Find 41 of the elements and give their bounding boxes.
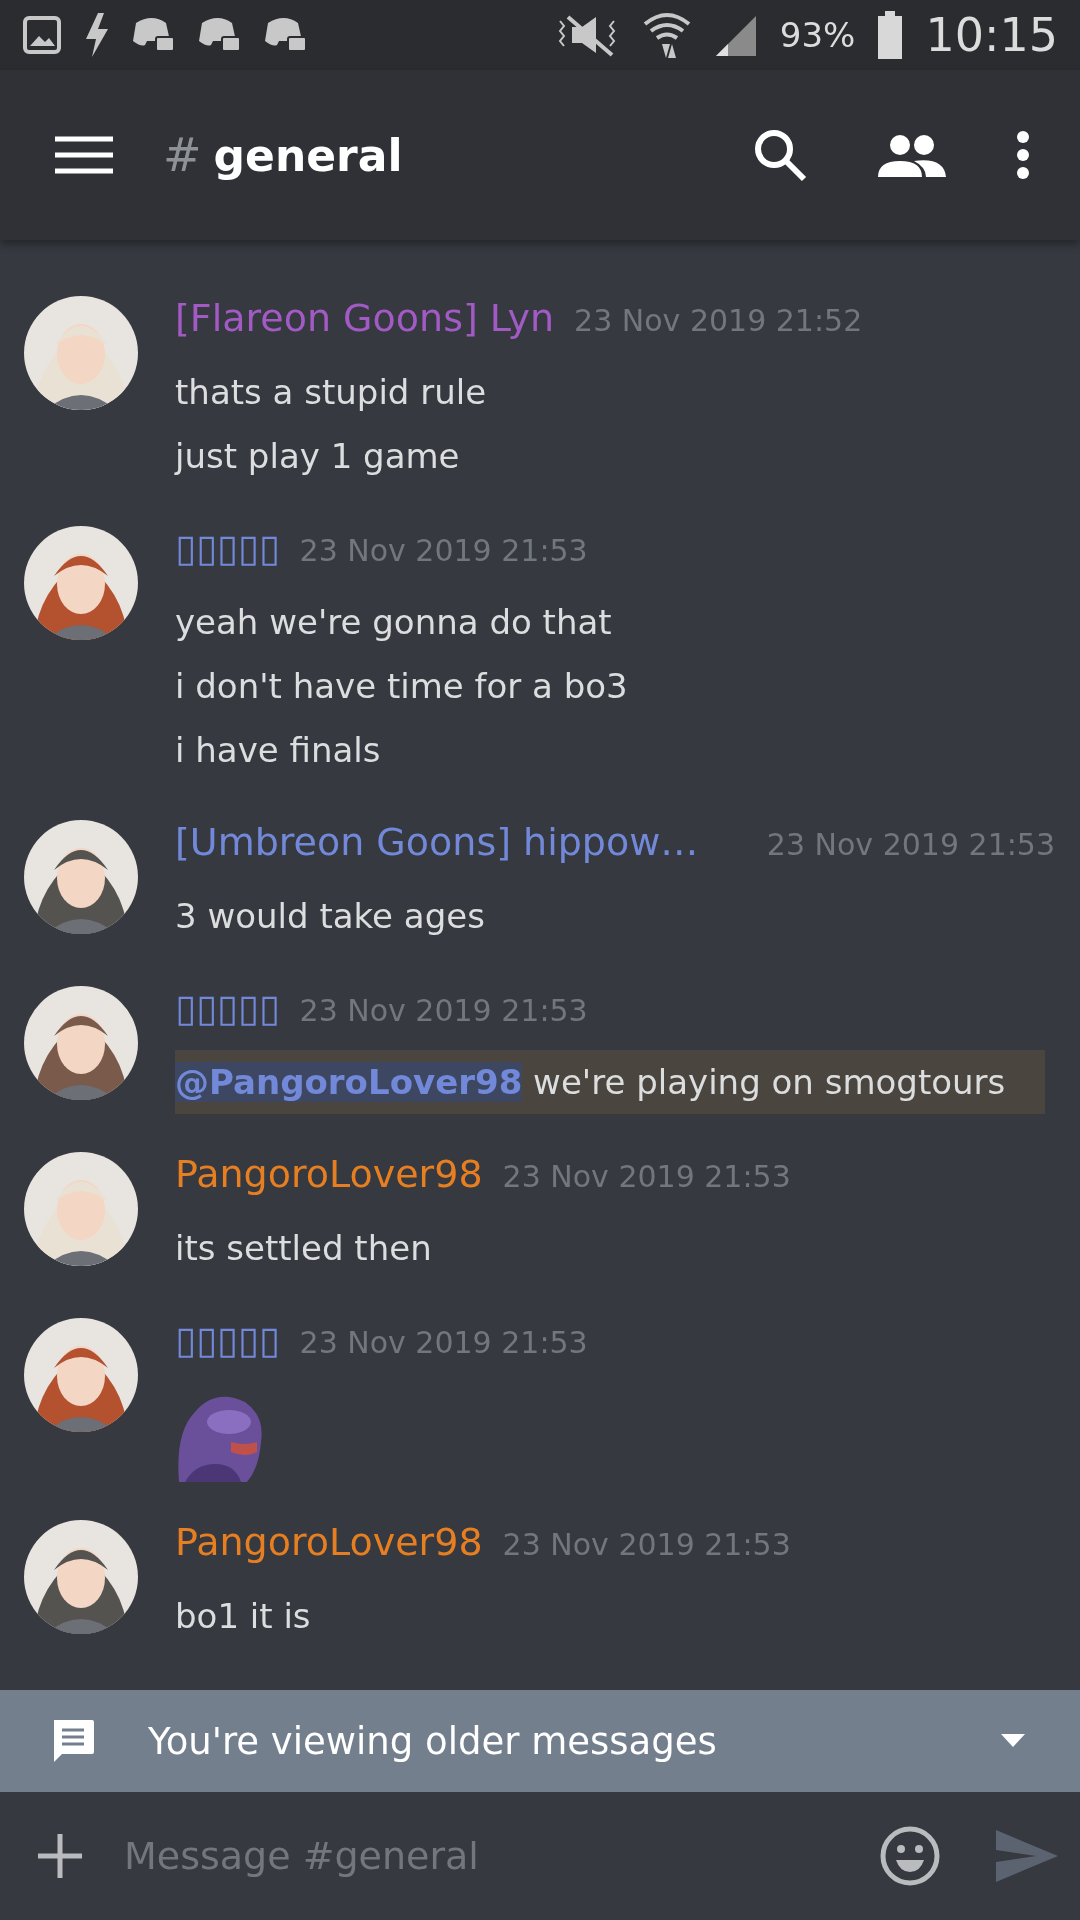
- emoji-icon[interactable]: [879, 1825, 941, 1887]
- battery-percentage: 93%: [779, 15, 856, 55]
- timestamp: 23 Nov 2019 21:53: [299, 1325, 588, 1360]
- menu-icon[interactable]: [55, 135, 113, 175]
- timestamp: 23 Nov 2019 21:53: [502, 1159, 791, 1194]
- author-name[interactable]: PangoroLover98: [175, 1520, 483, 1564]
- battery-icon: [877, 11, 904, 59]
- message-text: just play 1 game: [175, 435, 461, 478]
- author-name[interactable]: ▯▯▯▯▯: [175, 1318, 280, 1362]
- banner-text: You're viewing older messages: [148, 1719, 718, 1763]
- more-options-icon[interactable]: [1016, 131, 1030, 179]
- search-icon[interactable]: [752, 127, 808, 183]
- timestamp: 23 Nov 2019 21:52: [574, 303, 863, 338]
- wifi-icon: [641, 10, 692, 60]
- message-text: bo1 it is: [175, 1595, 312, 1638]
- add-icon[interactable]: [38, 1834, 82, 1878]
- timestamp: 23 Nov 2019 21:53: [299, 993, 588, 1028]
- message-text: thats a stupid rule: [175, 371, 488, 414]
- message-text: yeah we're gonna do that: [175, 601, 613, 644]
- author-name[interactable]: ▯▯▯▯▯: [175, 986, 280, 1030]
- author-name[interactable]: [Umbreon Goons] hippow…: [175, 820, 699, 864]
- older-messages-banner[interactable]: You're viewing older messages: [0, 1690, 1080, 1792]
- message-text: its settled then: [175, 1227, 433, 1270]
- message-input-field[interactable]: Message #general: [122, 1833, 839, 1879]
- image-icon: [22, 15, 62, 55]
- channel-title: general: [213, 129, 404, 181]
- timestamp: 23 Nov 2019 21:53: [502, 1527, 791, 1562]
- message-text: 3 would take ages: [175, 895, 486, 938]
- dropdown-arrow-icon[interactable]: [1001, 1734, 1025, 1748]
- members-icon[interactable]: [878, 133, 946, 177]
- timestamp: 23 Nov 2019 21:53: [766, 827, 1055, 862]
- author-name[interactable]: PangoroLover98: [175, 1152, 483, 1196]
- message-text: i have finals: [175, 729, 382, 772]
- author-name[interactable]: [Flareon Goons] Lyn: [175, 296, 555, 340]
- author-name[interactable]: ▯▯▯▯▯: [175, 526, 280, 570]
- message-text: i don't have time for a bo3: [175, 665, 629, 708]
- clock: 10:15: [925, 8, 1058, 62]
- flash-icon: [84, 13, 110, 57]
- timestamp: 23 Nov 2019 21:53: [299, 533, 588, 568]
- channel-hash: #: [163, 128, 202, 182]
- highlighted-message-text: @PangoroLover98 we're playing on smogtours: [175, 1050, 1045, 1114]
